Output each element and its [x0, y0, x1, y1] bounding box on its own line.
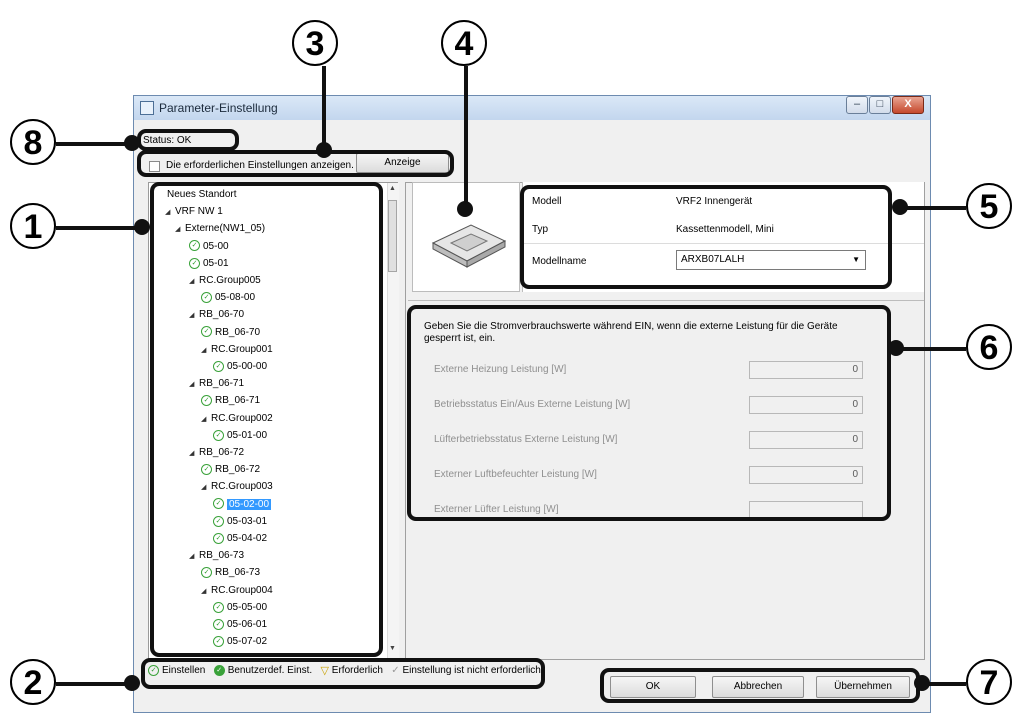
minimize-button[interactable]: –	[846, 96, 868, 114]
leader-dot-4	[457, 201, 473, 217]
highlight-power	[407, 305, 891, 521]
callout-5: 5	[966, 183, 1012, 229]
leader-line-4	[464, 66, 468, 206]
leader-line-6	[900, 347, 966, 351]
scroll-down-arrow-icon[interactable]: ▼	[389, 645, 396, 652]
leader-dot-5	[892, 199, 908, 215]
highlight-buttons	[600, 668, 920, 703]
callout-8: 8	[10, 119, 56, 165]
callout-3: 3	[292, 20, 338, 66]
leader-line-5	[900, 206, 966, 210]
callout-6: 6	[966, 324, 1012, 370]
highlight-status	[137, 129, 239, 151]
leader-dot-2	[124, 675, 140, 691]
leader-line-3	[322, 66, 326, 148]
leader-line-2	[56, 682, 132, 686]
tree-scroll-thumb[interactable]	[388, 200, 397, 272]
leader-line-8	[56, 142, 132, 146]
app-icon	[140, 101, 154, 115]
leader-dot-3	[316, 142, 332, 158]
leader-dot-6	[888, 340, 904, 356]
callout-4: 4	[441, 20, 487, 66]
highlight-legend	[141, 658, 545, 689]
maximize-button[interactable]: □	[869, 96, 891, 114]
callout-2: 2	[10, 659, 56, 705]
leader-dot-1	[134, 219, 150, 235]
callout-1: 1	[10, 203, 56, 249]
leader-line-1	[56, 226, 142, 230]
scroll-up-arrow-icon[interactable]: ▲	[389, 185, 396, 192]
leader-dot-7	[914, 675, 930, 691]
highlight-tree	[150, 182, 383, 657]
leader-dot-8	[124, 135, 140, 151]
close-button[interactable]: X	[892, 96, 924, 114]
highlight-model-info	[520, 185, 892, 289]
panel-divider	[408, 300, 924, 301]
highlight-options	[137, 150, 454, 177]
callout-7: 7	[966, 659, 1012, 705]
window-title: Parameter-Einstellung	[159, 101, 278, 115]
